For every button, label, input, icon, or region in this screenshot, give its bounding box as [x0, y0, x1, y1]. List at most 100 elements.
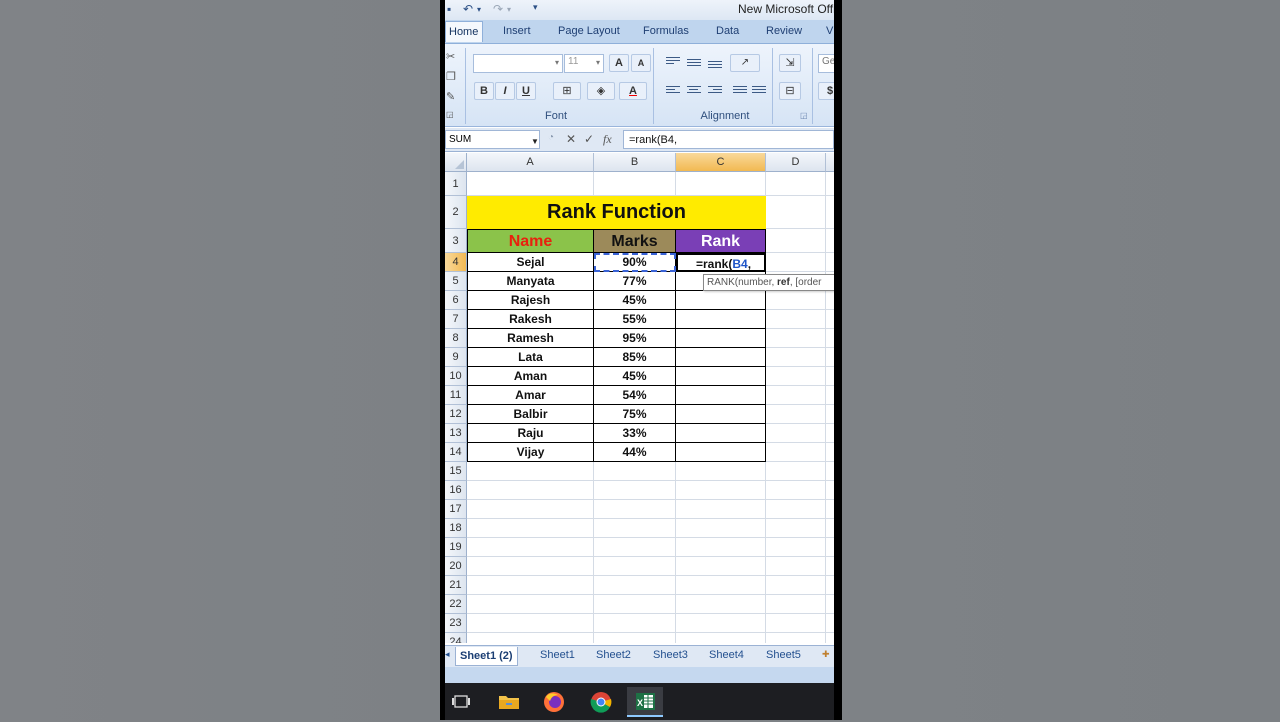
header-marks-cell[interactable]: Marks	[594, 229, 676, 253]
grid-cell[interactable]	[467, 614, 594, 633]
tab-view[interactable]: V	[826, 25, 833, 37]
grid-cell[interactable]	[676, 500, 766, 519]
row-header[interactable]: 5	[445, 272, 467, 291]
grid-cell[interactable]	[766, 405, 826, 424]
align-bottom-icon[interactable]	[708, 61, 722, 71]
row-header[interactable]: 19	[445, 538, 467, 557]
column-header-b[interactable]: B	[594, 153, 676, 172]
grid-cell[interactable]	[467, 172, 594, 196]
grid-cell[interactable]	[766, 367, 826, 386]
grid-cell[interactable]	[594, 500, 676, 519]
grid-cell[interactable]	[826, 538, 834, 557]
grid-cell[interactable]	[826, 329, 834, 348]
tab-home[interactable]: Home	[445, 21, 484, 42]
grid-cell[interactable]	[826, 386, 834, 405]
align-middle-icon[interactable]	[687, 59, 701, 69]
save-icon[interactable]: ▪	[447, 2, 451, 16]
sheet-title-cell[interactable]: Rank Function	[467, 196, 766, 229]
grid-cell[interactable]	[676, 633, 766, 643]
row-header[interactable]: 4	[445, 253, 467, 272]
font-size-select[interactable]: 11 ▾	[564, 54, 604, 73]
grid-cell[interactable]	[766, 196, 826, 229]
row-header[interactable]: 12	[445, 405, 467, 424]
undo-icon[interactable]: ↶	[463, 2, 473, 16]
rank-cell[interactable]	[676, 348, 766, 367]
chrome-icon[interactable]	[583, 687, 619, 717]
grid-cell[interactable]	[826, 253, 834, 272]
grid-cell[interactable]	[766, 386, 826, 405]
grid-cell[interactable]	[826, 443, 834, 462]
grid-cell[interactable]	[826, 310, 834, 329]
row-header[interactable]: 23	[445, 614, 467, 633]
row-header[interactable]: 2	[445, 196, 467, 229]
column-header-a[interactable]: A	[467, 153, 594, 172]
enter-icon[interactable]: ✓	[584, 132, 594, 146]
insert-function-icon[interactable]: fx	[603, 132, 612, 147]
grid-cell[interactable]	[467, 595, 594, 614]
borders-button[interactable]: ⊞	[553, 82, 581, 100]
align-center-icon[interactable]	[687, 86, 701, 96]
grid-cell[interactable]	[826, 633, 834, 643]
rank-cell[interactable]	[676, 405, 766, 424]
grid-cell[interactable]	[826, 519, 834, 538]
row-header[interactable]: 24	[445, 633, 467, 643]
rank-cell[interactable]	[676, 386, 766, 405]
grid-cell[interactable]	[467, 500, 594, 519]
name-cell[interactable]: Sejal	[467, 253, 594, 272]
grid-cell[interactable]	[766, 229, 826, 253]
row-header[interactable]: 9	[445, 348, 467, 367]
grid-cell[interactable]	[676, 462, 766, 481]
tab-page-layout[interactable]: Page Layout	[558, 25, 620, 37]
grid-cell[interactable]	[826, 614, 834, 633]
customize-toolbar-icon[interactable]: ▾	[533, 2, 538, 13]
grid-cell[interactable]	[766, 519, 826, 538]
formula-input[interactable]: =rank(B4,	[623, 130, 834, 149]
rank-cell[interactable]	[676, 367, 766, 386]
marks-cell[interactable]: 33%	[594, 424, 676, 443]
marks-cell[interactable]: 54%	[594, 386, 676, 405]
firefox-icon[interactable]	[536, 687, 572, 717]
rank-cell[interactable]	[676, 310, 766, 329]
grid-cell[interactable]	[826, 405, 834, 424]
grid-cell[interactable]	[594, 172, 676, 196]
tab-scroll-icon[interactable]: ◂	[445, 649, 450, 660]
grid-cell[interactable]	[826, 462, 834, 481]
tab-review[interactable]: Review	[766, 25, 802, 37]
grid-cell[interactable]	[766, 329, 826, 348]
row-header[interactable]: 11	[445, 386, 467, 405]
marks-cell[interactable]: 45%	[594, 367, 676, 386]
name-cell[interactable]: Manyata	[467, 272, 594, 291]
wrap-text-button[interactable]: ⇲	[779, 54, 801, 72]
header-name-cell[interactable]: Name	[467, 229, 594, 253]
grid-cell[interactable]	[766, 538, 826, 557]
grid-cell[interactable]	[594, 519, 676, 538]
file-explorer-icon[interactable]	[491, 687, 527, 717]
grid-cell[interactable]	[676, 595, 766, 614]
align-left-icon[interactable]	[666, 86, 680, 96]
grid-cell[interactable]	[676, 614, 766, 633]
grid-cell[interactable]	[766, 291, 826, 310]
grid-cell[interactable]	[826, 424, 834, 443]
grid-cell[interactable]	[467, 462, 594, 481]
align-right-icon[interactable]	[708, 86, 722, 96]
grid-cell[interactable]	[766, 557, 826, 576]
sheet-tab[interactable]: Sheet4	[709, 649, 744, 661]
row-header[interactable]: 21	[445, 576, 467, 595]
grid-cell[interactable]	[676, 576, 766, 595]
name-cell[interactable]: Balbir	[467, 405, 594, 424]
grid-cell[interactable]	[826, 172, 834, 196]
column-header-c[interactable]: C	[676, 153, 766, 172]
grid-cell[interactable]	[826, 576, 834, 595]
sheet-tab[interactable]: Sheet2	[596, 649, 631, 661]
grid-cell[interactable]	[826, 196, 834, 229]
grid-cell[interactable]	[594, 557, 676, 576]
grid-cell[interactable]	[766, 614, 826, 633]
row-header[interactable]: 14	[445, 443, 467, 462]
tab-formulas[interactable]: Formulas	[643, 25, 689, 37]
grid-cell[interactable]	[594, 462, 676, 481]
select-all-corner[interactable]	[445, 153, 467, 172]
undo-dropdown-icon[interactable]: ▾	[477, 5, 481, 14]
align-top-icon[interactable]	[666, 57, 680, 67]
grid-cell[interactable]	[826, 229, 834, 253]
header-rank-cell[interactable]: Rank	[676, 229, 766, 253]
